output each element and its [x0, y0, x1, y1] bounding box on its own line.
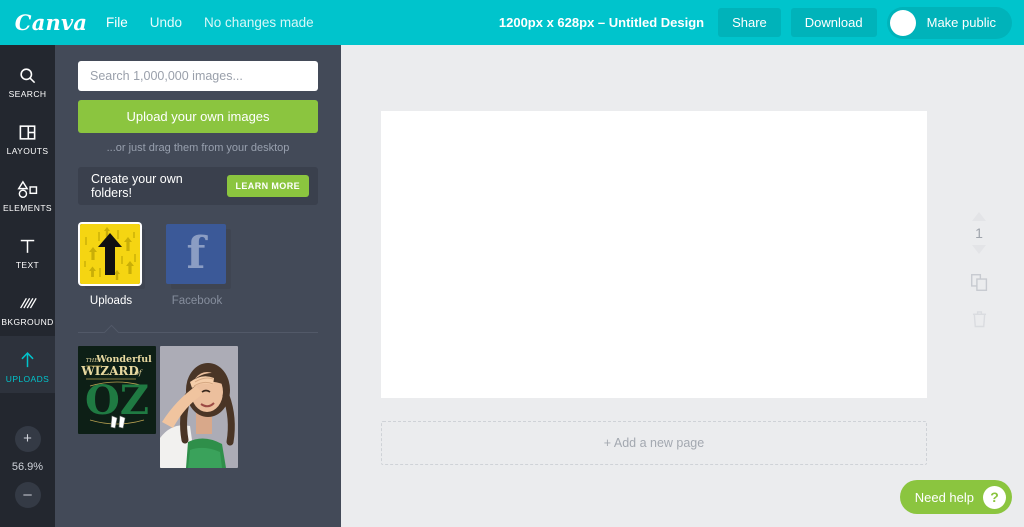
sidebar-item-background[interactable]: BKGROUND [0, 279, 55, 336]
page-number-label: 1 [975, 225, 983, 241]
upload-your-own-images-button[interactable]: Upload your own images [78, 100, 318, 133]
svg-text:OZ: OZ [85, 377, 149, 424]
toggle-knob-icon [889, 9, 916, 36]
uploads-panel-content: Upload your own images ...or just drag t… [55, 45, 341, 468]
zoom-out-button[interactable]: – [14, 482, 41, 508]
canvas-workspace: 1 + Add a new page Need help ? [341, 45, 1024, 527]
sidebar-label-layouts: LAYOUTS [6, 145, 49, 156]
folder-uploads[interactable]: Uploads [80, 224, 145, 307]
zoom-controls: + 56.9% – [0, 407, 55, 527]
canva-logo[interactable]: Canva [15, 8, 87, 38]
folder-selection-divider [78, 324, 318, 341]
create-folders-promo: Create your own folders! LEARN MORE [78, 167, 318, 205]
make-public-label: Make public [926, 15, 996, 30]
sidebar-item-text[interactable]: TEXT [0, 222, 55, 279]
folder-uploads-label: Uploads [89, 295, 133, 307]
svg-text:of: of [134, 368, 143, 377]
folder-facebook[interactable]: f Facebook [166, 224, 231, 307]
duplicate-page-icon[interactable] [970, 273, 989, 292]
move-page-up-icon[interactable] [971, 211, 987, 222]
upload-item-wizard-of-oz[interactable]: THE Wonderful WIZARD of OZ [78, 346, 156, 434]
sidebar-label-uploads: UPLOADS [5, 373, 50, 384]
need-help-button[interactable]: Need help ? [899, 480, 1012, 514]
make-public-toggle[interactable]: Make public [886, 6, 1012, 39]
design-canvas-page[interactable] [381, 111, 927, 398]
document-title[interactable]: 1200px x 628px – Untitled Design [499, 15, 704, 30]
left-tool-rail: SEARCH LAYOUTS ELEMENTS TEXT BKGROUND UP… [0, 45, 55, 527]
canva-editor: Canva File Undo No changes made 1200px x… [0, 0, 1024, 527]
folder-stack: f [166, 224, 231, 289]
text-icon [18, 232, 37, 256]
folder-facebook-label: Facebook [171, 295, 223, 307]
create-folders-label: Create your own folders! [91, 172, 183, 200]
undo-button[interactable]: Undo [150, 0, 182, 45]
add-new-page-button[interactable]: + Add a new page [381, 421, 927, 465]
upload-arrow-icon [18, 346, 37, 370]
sidebar-item-layouts[interactable]: LAYOUTS [0, 108, 55, 165]
elements-icon [16, 175, 39, 199]
facebook-folder-thumbnail: f [166, 224, 226, 284]
page-tools: 1 [949, 211, 1009, 328]
sidebar-label-background: BKGROUND [1, 316, 54, 327]
search-input[interactable] [78, 61, 318, 91]
need-help-label: Need help [914, 489, 974, 505]
download-button[interactable]: Download [790, 8, 877, 37]
upload-item-girl-with-braids[interactable] [160, 346, 238, 468]
sidebar-label-search: SEARCH [8, 88, 47, 99]
drag-drop-hint: ...or just drag them from your desktop [106, 142, 290, 154]
yellow-arrows-tile-icon [80, 224, 140, 284]
delete-page-icon[interactable] [972, 310, 987, 328]
move-page-down-icon[interactable] [971, 244, 987, 255]
save-status: No changes made [204, 15, 314, 30]
sidebar-item-uploads[interactable]: UPLOADS [0, 336, 55, 393]
header-right-group: 1200px x 628px – Untitled Design Share D… [499, 6, 1012, 39]
background-icon [18, 289, 38, 313]
sidebar-item-elements[interactable]: ELEMENTS [0, 165, 55, 222]
folder-tabs: Uploads f Facebook [78, 224, 318, 307]
zoom-in-button[interactable]: + [14, 426, 41, 452]
top-header-bar: Canva File Undo No changes made 1200px x… [0, 0, 1024, 45]
learn-more-button[interactable]: LEARN MORE [226, 175, 309, 197]
zoom-level-label: 56.9% [11, 461, 44, 473]
sidebar-label-elements: ELEMENTS [2, 202, 53, 213]
sidebar-label-text: TEXT [15, 259, 40, 270]
question-mark-icon: ? [983, 485, 1006, 509]
selection-caret-icon [103, 324, 120, 341]
uploads-panel: Upload your own images ...or just drag t… [55, 45, 341, 527]
file-menu[interactable]: File [106, 0, 128, 45]
sidebar-item-search[interactable]: SEARCH [0, 51, 55, 108]
uploads-folder-thumbnail [80, 224, 140, 284]
folder-stack [80, 224, 145, 289]
uploaded-images-grid: THE Wonderful WIZARD of OZ [78, 346, 318, 468]
layouts-icon [18, 118, 37, 142]
search-icon [18, 61, 37, 85]
facebook-icon: f [166, 224, 226, 284]
share-button[interactable]: Share [718, 8, 781, 37]
